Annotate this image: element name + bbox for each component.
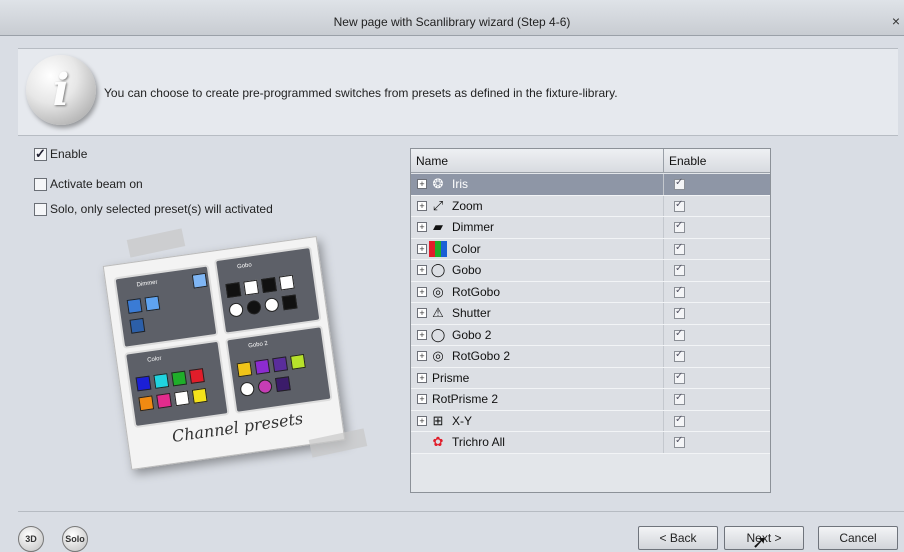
- rotgobo-icon: ◎: [432, 348, 444, 363]
- row-enable-checkbox[interactable]: [674, 435, 685, 448]
- table-row[interactable]: + ◎ RotGobo 2: [411, 346, 770, 368]
- solo-checkbox[interactable]: [34, 202, 47, 216]
- close-icon[interactable]: ×: [892, 13, 900, 29]
- 3d-button[interactable]: 3D: [18, 526, 44, 552]
- row-name: Shutter: [452, 306, 491, 320]
- row-enable-checkbox[interactable]: [674, 349, 685, 362]
- row-enable-checkbox[interactable]: [674, 220, 685, 233]
- cancel-button[interactable]: Cancel: [818, 526, 898, 550]
- table-row[interactable]: + ◎ RotGobo: [411, 281, 770, 303]
- row-enable-checkbox[interactable]: [674, 242, 685, 255]
- color-panel-label: Color: [146, 355, 162, 364]
- trichro-icon: ✿: [432, 434, 444, 449]
- expand-icon[interactable]: +: [417, 265, 427, 275]
- row-enable-checkbox[interactable]: [674, 285, 685, 298]
- row-name: Zoom: [452, 198, 483, 213]
- row-enable-checkbox[interactable]: [674, 263, 685, 276]
- row-enable-checkbox[interactable]: [674, 199, 685, 212]
- row-name: Dimmer: [452, 220, 494, 234]
- table-row[interactable]: + Prisme: [411, 367, 770, 389]
- gobo2-panel: Gobo 2: [225, 325, 333, 414]
- table-row[interactable]: + ❂ Iris: [411, 174, 770, 196]
- color-panel: Color: [124, 339, 230, 429]
- table-header: Name Enable: [411, 149, 770, 173]
- expand-icon[interactable]: +: [417, 329, 427, 340]
- title-bar: New page with Scanlibrary wizard (Step 4…: [0, 0, 904, 36]
- xy-icon: ⊞: [432, 412, 444, 428]
- table-row[interactable]: + ◯ Gobo: [411, 260, 770, 282]
- enable-checkbox-row[interactable]: Enable: [34, 146, 87, 162]
- expand-icon[interactable]: +: [417, 415, 427, 426]
- expand-icon[interactable]: +: [417, 200, 427, 211]
- iris-icon: ❂: [432, 176, 444, 191]
- info-banner: i You can choose to create pre-programme…: [18, 48, 898, 136]
- column-header-name[interactable]: Name: [416, 154, 448, 168]
- expand-icon[interactable]: +: [417, 308, 427, 318]
- gobo-icon: ◯: [430, 326, 446, 342]
- enable-checkbox[interactable]: [34, 146, 47, 162]
- row-name: Prisme: [432, 370, 470, 385]
- solo-button[interactable]: Solo: [62, 526, 88, 552]
- gobo-panel-label: Gobo: [236, 262, 253, 271]
- expand-icon[interactable]: +: [417, 372, 427, 383]
- tape-decoration: [126, 228, 186, 258]
- table-row[interactable]: + ◯ Gobo 2: [411, 324, 770, 346]
- presets-card: Dimmer Gobo Color Gobo 2 Channel presets: [102, 235, 346, 471]
- activate-beam-label: Activate beam on: [50, 177, 143, 191]
- mouse-cursor-icon: ➚: [752, 532, 768, 552]
- table-row[interactable]: + ⚠ Shutter: [411, 303, 770, 325]
- row-name: X-Y: [452, 413, 473, 428]
- solo-label: Solo, only selected preset(s) will activ…: [50, 202, 273, 216]
- presets-table: Name Enable + ❂ Iris + ⤢ Zoom + ▰ Dimmer…: [410, 148, 771, 493]
- activate-beam-checkbox-row[interactable]: Activate beam on: [34, 176, 143, 192]
- row-name: RotGobo 2: [452, 349, 511, 363]
- back-button[interactable]: < Back: [638, 526, 718, 550]
- row-enable-checkbox[interactable]: [674, 414, 685, 427]
- expand-icon[interactable]: +: [417, 394, 427, 404]
- table-row[interactable]: + ⤢ Zoom: [411, 195, 770, 217]
- rotgobo-icon: ◎: [432, 283, 444, 299]
- table-row[interactable]: + RotPrisme 2: [411, 389, 770, 411]
- expand-icon[interactable]: +: [417, 222, 427, 232]
- row-name: Iris: [452, 177, 468, 191]
- dimmer-icon: ▰: [433, 219, 443, 234]
- table-row[interactable]: + ⊞ X-Y: [411, 410, 770, 432]
- row-name: Gobo 2: [452, 327, 492, 342]
- footer-divider: [18, 511, 904, 512]
- zoom-icon: ⤢: [432, 197, 444, 213]
- gobo-icon: ◯: [430, 262, 446, 277]
- table-row[interactable]: + ▰ Dimmer: [411, 217, 770, 239]
- color-icon: [429, 240, 447, 257]
- row-name: Gobo: [452, 263, 482, 277]
- solo-checkbox-row[interactable]: Solo, only selected preset(s) will activ…: [34, 201, 273, 217]
- column-header-enable[interactable]: Enable: [669, 154, 706, 168]
- row-name: RotPrisme 2: [432, 392, 499, 406]
- table-row[interactable]: + Color: [411, 238, 770, 260]
- row-enable-checkbox[interactable]: [674, 328, 685, 341]
- channel-presets-artwork: Dimmer Gobo Color Gobo 2 Channel presets: [80, 228, 370, 471]
- row-enable-checkbox[interactable]: [674, 177, 685, 190]
- shutter-icon: ⚠: [432, 305, 444, 320]
- row-enable-checkbox[interactable]: [674, 306, 685, 319]
- dimmer-panel-label: Dimmer: [136, 279, 158, 289]
- expand-icon[interactable]: +: [417, 286, 427, 297]
- info-message: You can choose to create pre-programmed …: [104, 86, 618, 100]
- row-name: RotGobo: [452, 284, 501, 299]
- gobo-panel: Gobo: [213, 245, 322, 335]
- row-name: Color: [452, 241, 481, 256]
- row-enable-checkbox[interactable]: [674, 392, 685, 405]
- expand-icon[interactable]: +: [417, 179, 427, 189]
- enable-label: Enable: [50, 147, 88, 161]
- info-icon: i: [26, 55, 96, 125]
- gobo2-panel-label: Gobo 2: [247, 340, 269, 350]
- row-enable-checkbox[interactable]: [674, 371, 685, 384]
- activate-beam-checkbox[interactable]: [34, 177, 47, 191]
- expand-icon[interactable]: +: [417, 243, 427, 254]
- expand-icon[interactable]: +: [417, 351, 427, 361]
- dimmer-panel: Dimmer: [113, 264, 219, 349]
- table-row[interactable]: ✿ Trichro All: [411, 432, 770, 454]
- window-title: New page with Scanlibrary wizard (Step 4…: [333, 15, 571, 29]
- row-name: Trichro All: [452, 435, 505, 449]
